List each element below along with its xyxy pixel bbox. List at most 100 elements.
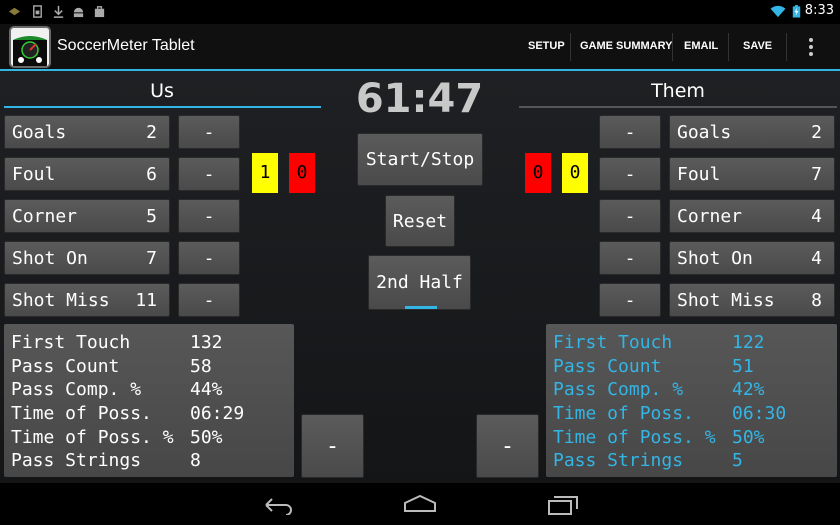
action-divider [570,33,571,61]
game-summary-action[interactable]: GAME SUMMARY [580,40,672,52]
stat-label: Foul [12,164,56,185]
stat-label: Corner [12,206,78,227]
stat-label: Shot On [677,248,753,269]
panel-label: Pass Strings [553,450,684,472]
stat-value: 2 [811,122,822,143]
panel-row: Time of Poss. % 50% [4,426,294,450]
stat-label: Goals [12,122,67,143]
back-icon[interactable] [262,495,294,515]
panel-label: Pass Comp. % [553,379,684,401]
them-goals-minus-button[interactable]: - [599,115,661,149]
stat-label: Shot On [12,248,88,269]
email-action[interactable]: EMAIL [684,40,718,52]
home-icon[interactable] [403,495,437,513]
us-possession-minus-button[interactable]: - [301,414,364,478]
panel-label: Pass Count [11,355,120,377]
panel-value: 8 [190,450,201,472]
them-possession-minus-button[interactable]: - [476,414,539,478]
them-shot-on-button[interactable]: Shot On 4 [669,241,835,275]
panel-row: First Touch 122 [546,331,837,355]
stat-value: 5 [146,206,157,227]
them-goals-button[interactable]: Goals 2 [669,115,835,149]
us-goals-button[interactable]: Goals 2 [4,115,170,149]
panel-label: First Touch [553,332,673,353]
them-shot-on-minus-button[interactable]: - [599,241,661,275]
them-corner-minus-button[interactable]: - [599,199,661,233]
them-shot-miss-button[interactable]: Shot Miss 8 [669,283,835,317]
stat-value: 4 [811,206,822,227]
wifi-icon [770,5,786,18]
stat-value: 2 [146,122,157,143]
battery-icon [792,5,801,18]
status-bar: 8:33 [0,0,840,24]
app-logo-icon[interactable] [9,26,51,68]
panel-label: Time of Poss. % [11,426,174,448]
panel-row: Time of Poss. 06:29 [4,402,294,426]
stat-value: 4 [811,248,822,269]
panel-value: 58 [190,355,212,377]
setup-action[interactable]: SETUP [528,40,565,52]
stat-label: Goals [677,122,732,143]
panel-row: Pass Count 51 [546,355,837,379]
recent-apps-icon[interactable] [547,495,579,515]
stat-label: Foul [677,164,721,185]
them-title-underline [519,106,837,108]
half-button[interactable]: 2nd Half [368,255,471,310]
them-yellow-card[interactable]: 0 [562,153,588,193]
panel-row: Time of Poss. 06:30 [546,402,837,426]
start-stop-button[interactable]: Start/Stop [357,133,483,186]
stat-value: 7 [146,248,157,269]
panel-label: Time of Poss. [11,403,152,425]
reset-button[interactable]: Reset [385,195,455,247]
shopping-bag-icon [94,6,105,18]
us-goals-minus-button[interactable]: - [178,115,240,149]
panel-row: Pass Strings 8 [4,449,294,473]
panel-label: Pass Count [553,355,662,377]
us-yellow-card[interactable]: 1 [252,153,278,193]
panel-value: 5 [732,450,743,472]
us-foul-minus-button[interactable]: - [178,157,240,191]
action-divider [786,33,787,61]
them-shot-miss-minus-button[interactable]: - [599,283,661,317]
panel-value: 51 [732,355,754,377]
panel-label: Time of Poss. % [553,426,716,448]
panel-value: 06:29 [190,403,245,425]
us-shot-miss-minus-button[interactable]: - [178,283,240,317]
stat-label: Shot Miss [677,290,775,311]
them-foul-minus-button[interactable]: - [599,157,661,191]
panel-row: Pass Strings 5 [546,449,837,473]
status-time: 8:33 [804,3,834,18]
panel-label: First Touch [11,332,131,353]
us-corner-button[interactable]: Corner 5 [4,199,170,233]
us-shot-miss-button[interactable]: Shot Miss 11 [4,283,170,317]
us-corner-minus-button[interactable]: - [178,199,240,233]
panel-label: Pass Strings [11,450,142,472]
them-red-card[interactable]: 0 [525,153,551,193]
stat-label: Shot Miss [12,290,110,311]
stat-value: 11 [135,290,157,311]
panel-value: 132 [190,332,223,353]
panel-value: 50% [732,426,765,448]
panel-row: First Touch 132 [4,331,294,355]
them-foul-button[interactable]: Foul 7 [669,157,835,191]
us-foul-button[interactable]: Foul 6 [4,157,170,191]
them-corner-button[interactable]: Corner 4 [669,199,835,233]
us-shot-on-minus-button[interactable]: - [178,241,240,275]
panel-value: 06:30 [732,403,787,425]
android-icon [73,7,84,18]
half-label: 2nd Half [376,272,463,293]
us-title-underline [4,106,321,108]
panel-value: 122 [732,332,765,353]
action-divider [672,33,673,61]
save-action[interactable]: SAVE [743,40,772,52]
game-timer: 61:47 [355,76,484,122]
us-red-card[interactable]: 0 [289,153,315,193]
stat-label: Corner [677,206,743,227]
sim-card-icon [33,5,42,18]
us-shot-on-button[interactable]: Shot On 7 [4,241,170,275]
us-title: Us [150,80,174,102]
panel-value: 44% [190,379,223,401]
notification-icon [8,7,21,16]
them-title: Them [651,80,705,102]
overflow-menu-icon[interactable] [807,37,815,57]
